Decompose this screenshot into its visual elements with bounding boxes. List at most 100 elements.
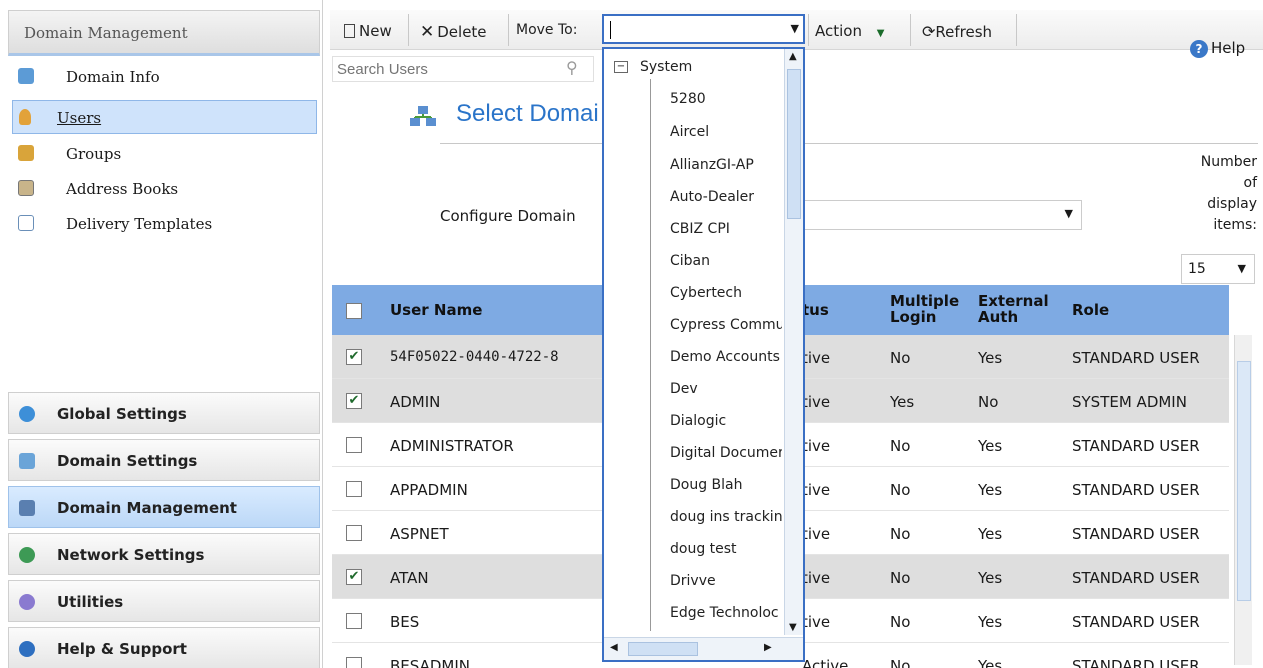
section-domain-settings[interactable]: Domain Settings: [8, 439, 320, 481]
row-checkbox[interactable]: [346, 613, 362, 629]
tree-item[interactable]: Doug Blah: [670, 477, 743, 493]
search-input[interactable]: [332, 56, 594, 82]
help-icon: ?: [1190, 40, 1208, 58]
sidebar-item-domain-info[interactable]: Domain Info: [12, 60, 317, 94]
refresh-icon: ⟳: [922, 22, 936, 41]
move-to-select[interactable]: ▼: [602, 14, 805, 44]
configure-domain-label: Configure Domain: [440, 207, 576, 225]
delete-label: Delete: [437, 23, 487, 41]
section-label: Global Settings: [57, 405, 187, 423]
tree-item[interactable]: Drivve: [670, 573, 716, 589]
sidebar-item-users[interactable]: Users: [12, 100, 317, 134]
tree-item[interactable]: Cypress Commu: [670, 317, 782, 333]
delete-button[interactable]: ✕ Delete: [420, 22, 487, 42]
scroll-right-icon[interactable]: ▶: [764, 642, 772, 653]
address-book-icon: [18, 180, 34, 196]
sidebar-header-title: Domain Management: [24, 24, 188, 42]
scrollbar-thumb[interactable]: [1237, 361, 1251, 601]
sidebar-item-label: Groups: [66, 145, 122, 163]
column-header-role[interactable]: Role: [1072, 302, 1109, 318]
row-checkbox[interactable]: [346, 481, 362, 497]
action-button[interactable]: Action ▼: [815, 22, 884, 40]
new-document-icon: [344, 24, 355, 38]
search-icon[interactable]: ⚲: [566, 58, 578, 77]
column-header-username[interactable]: User Name: [390, 302, 482, 318]
tree-item[interactable]: 5280: [670, 91, 706, 107]
section-label: Help & Support: [57, 640, 187, 658]
gear-icon: [19, 594, 35, 610]
sidebar-item-address-books[interactable]: Address Books: [12, 172, 317, 206]
row-checkbox[interactable]: [346, 657, 362, 668]
scroll-up-icon[interactable]: ▲: [789, 51, 797, 62]
table-scrollbar[interactable]: [1234, 335, 1252, 665]
section-global-settings[interactable]: Global Settings: [8, 392, 320, 434]
scrollbar-thumb[interactable]: [787, 69, 801, 219]
tree-item[interactable]: Digital Documer: [670, 445, 782, 461]
move-to-dropdown[interactable]: − System 5280 Aircel AllianzGI-AP Auto-D…: [602, 47, 805, 662]
action-label: Action: [815, 22, 862, 40]
network-icon: [19, 547, 35, 563]
sidebar-item-delivery-templates[interactable]: Delivery Templates: [12, 207, 317, 241]
help-link[interactable]: Help: [1211, 39, 1245, 57]
display-items-label: Number of display items:: [1200, 154, 1257, 233]
scrollbar-thumb[interactable]: [628, 642, 698, 656]
tree-item[interactable]: Dialogic: [670, 413, 726, 429]
row-checkbox[interactable]: [346, 525, 362, 541]
tree-item[interactable]: AllianzGI-AP: [670, 157, 754, 173]
sidebar-item-label: Address Books: [66, 180, 179, 198]
group-icon: [18, 145, 34, 161]
section-label: Domain Settings: [57, 452, 198, 470]
tree-item[interactable]: doug test: [670, 541, 737, 557]
sidebar-item-label: Users: [57, 109, 102, 127]
section-utilities[interactable]: Utilities: [8, 580, 320, 622]
column-header-external-auth[interactable]: External Auth: [978, 293, 1049, 325]
move-to-label: Move To:: [516, 22, 578, 38]
document-icon: [18, 215, 34, 231]
section-domain-management[interactable]: Domain Management: [8, 486, 320, 528]
column-header-status[interactable]: tus: [802, 302, 829, 318]
tree-collapse-icon[interactable]: −: [614, 61, 628, 73]
tree-item[interactable]: CBIZ CPI: [670, 221, 730, 237]
domain-icon: [410, 106, 438, 128]
tree-item[interactable]: Edge Technoloc: [670, 605, 782, 621]
scroll-down-icon[interactable]: ▼: [789, 622, 797, 633]
tree-item[interactable]: Demo Accounts: [670, 349, 782, 365]
row-checkbox[interactable]: ✔: [346, 349, 362, 365]
domain-settings-icon: [19, 453, 35, 469]
chevron-down-icon: ▼: [790, 22, 799, 35]
section-help-support[interactable]: Help & Support: [8, 627, 320, 668]
new-label: New: [359, 22, 392, 40]
tree-item[interactable]: Auto-Dealer: [670, 189, 754, 205]
scroll-left-icon[interactable]: ◀: [610, 642, 618, 653]
tree-item[interactable]: Ciban: [670, 253, 710, 269]
sidebar-item-groups[interactable]: Groups: [12, 137, 317, 171]
help-icon: [19, 641, 35, 657]
tree-item[interactable]: doug ins trackin: [670, 509, 782, 525]
delete-icon: ✕: [420, 22, 435, 42]
page-title: Select Domai: [456, 100, 599, 127]
dropdown-vertical-scrollbar[interactable]: ▲ ▼: [784, 49, 803, 635]
sidebar-header: Domain Management: [8, 10, 320, 56]
configure-domain-select[interactable]: ▼: [800, 200, 1082, 230]
info-icon: [18, 68, 34, 84]
sidebar-item-label: Domain Info: [66, 68, 160, 86]
tree-item-system[interactable]: System: [640, 59, 692, 75]
column-header-multiple-login[interactable]: Multiple Login: [890, 293, 960, 325]
sidebar-item-label: Delivery Templates: [66, 215, 213, 233]
domain-management-icon: [19, 500, 35, 516]
row-checkbox[interactable]: [346, 437, 362, 453]
dropdown-horizontal-scrollbar[interactable]: ◀ ▶: [604, 637, 803, 660]
section-network-settings[interactable]: Network Settings: [8, 533, 320, 575]
display-items-select[interactable]: 15 ▼: [1181, 254, 1255, 284]
tree-item[interactable]: Cybertech: [670, 285, 742, 301]
row-checkbox[interactable]: ✔: [346, 569, 362, 585]
refresh-button[interactable]: ⟳Refresh: [922, 22, 992, 41]
sidebar: Domain Management Domain Info Users Grou…: [0, 0, 323, 668]
globe-icon: [19, 406, 35, 422]
row-checkbox[interactable]: ✔: [346, 393, 362, 409]
select-all-checkbox[interactable]: [346, 303, 362, 319]
tree-item[interactable]: Aircel: [670, 124, 709, 140]
new-button[interactable]: New: [344, 22, 392, 40]
section-label: Utilities: [57, 593, 124, 611]
tree-item[interactable]: Dev: [670, 381, 698, 397]
